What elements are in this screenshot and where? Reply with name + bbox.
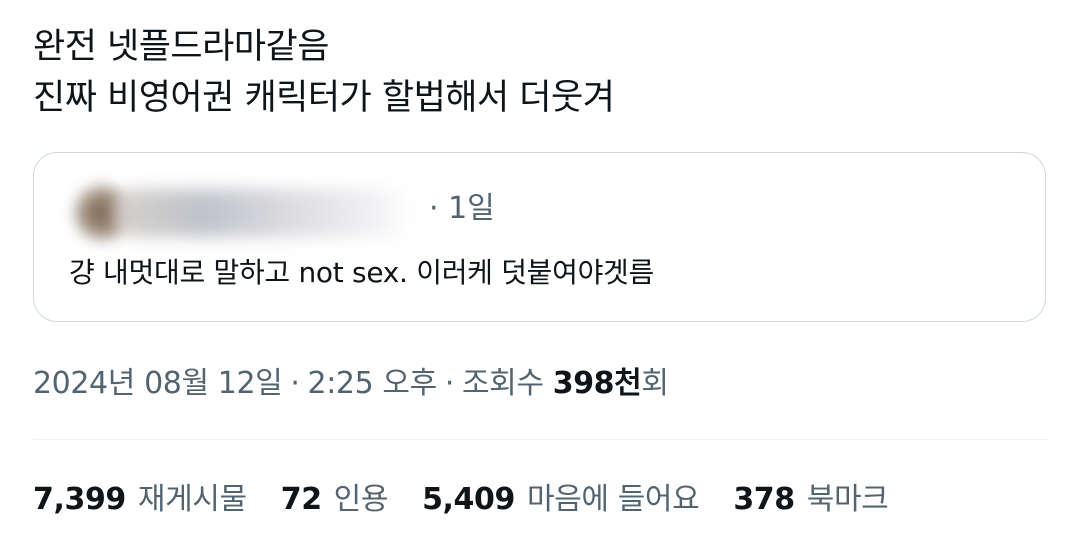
quoted-tweet-text: 걍 내멋대로 말하고 not sex. 이러케 덧붙여야겟름 bbox=[69, 256, 654, 289]
quoted-tweet-card[interactable]: · 1일 걍 내멋대로 말하고 not sex. 이러케 덧붙여야겟름 bbox=[33, 152, 1046, 322]
likes-count: 5,409 bbox=[422, 482, 515, 517]
views-label: 조회수 bbox=[461, 366, 544, 401]
engagement-stats: 7,399 재게시물 72 인용 5,409 마음에 들어요 378 북마크 bbox=[33, 480, 889, 520]
tweet-meta: 2024년 08월 12일 · 2:25 오후 · 조회수 398천회 bbox=[33, 364, 669, 404]
bookmarks-label: 북마크 bbox=[806, 482, 889, 517]
tweet-text-line: 진짜 비영어권 캐릭터가 할법해서 더웃겨 bbox=[33, 78, 615, 118]
reposts-count: 7,399 bbox=[33, 482, 126, 517]
meta-separator: · bbox=[290, 366, 300, 401]
likes-label: 마음에 들어요 bbox=[526, 482, 700, 517]
tweet-text-line: 완전 넷플드라마같음 bbox=[33, 27, 329, 67]
tweet-text: 완전 넷플드라마같음 진짜 비영어권 캐릭터가 할법해서 더웃겨 bbox=[33, 22, 1043, 124]
tweet-time[interactable]: 2:25 오후 bbox=[308, 366, 438, 401]
tweet-date[interactable]: 2024년 08월 12일 bbox=[33, 366, 283, 401]
bookmarks-count: 378 bbox=[733, 482, 795, 517]
meta-separator: · bbox=[444, 366, 455, 401]
quotes-count: 72 bbox=[280, 482, 322, 517]
quotes-stat[interactable]: 72 인용 bbox=[280, 480, 389, 520]
reposts-stat[interactable]: 7,399 재게시물 bbox=[33, 480, 247, 520]
likes-stat[interactable]: 5,409 마음에 들어요 bbox=[422, 480, 700, 520]
quotes-label: 인용 bbox=[333, 482, 389, 517]
views-count: 398천 bbox=[552, 366, 642, 401]
quoted-tweet-header: · 1일 bbox=[54, 175, 1014, 243]
reposts-label: 재게시물 bbox=[137, 482, 247, 517]
blurred-username bbox=[114, 189, 414, 237]
quoted-tweet-time[interactable]: · 1일 bbox=[429, 189, 495, 229]
bookmarks-stat[interactable]: 378 북마크 bbox=[733, 480, 888, 520]
divider bbox=[33, 439, 1048, 440]
views-suffix: 회 bbox=[641, 366, 669, 401]
